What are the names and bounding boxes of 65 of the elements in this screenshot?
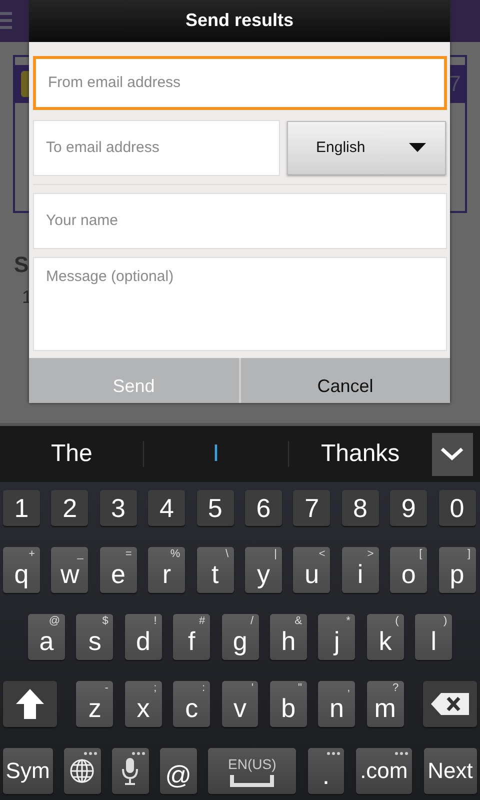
keyboard-key[interactable]: \ t <box>196 547 234 593</box>
keyboard-key[interactable]: 0 <box>438 490 476 526</box>
keyboard-key[interactable]: 4 <box>148 490 186 526</box>
voice-input-key[interactable] <box>112 748 149 794</box>
keyboard-key[interactable]: & h <box>270 614 307 660</box>
space-bar-icon <box>230 774 274 786</box>
keyboard-key[interactable]: : c <box>173 681 210 727</box>
backspace-icon <box>430 693 469 715</box>
keyboard-key[interactable]: 3 <box>100 490 137 526</box>
keyboard-key[interactable]: # f <box>173 614 210 660</box>
keyboard-key[interactable]: / g <box>222 614 259 660</box>
keyboard-key[interactable]: > i <box>342 547 379 593</box>
keyboard-key[interactable]: , n <box>318 681 356 727</box>
keyboard-key[interactable]: [ o <box>390 547 428 593</box>
keyboard-key[interactable]: ] p <box>438 547 476 593</box>
globe-icon <box>69 758 96 784</box>
dialog-button[interactable]: Cancel <box>240 358 450 403</box>
shift-arrow-icon <box>14 688 45 720</box>
keyboard-key[interactable]: @ a <box>28 614 65 660</box>
space-key[interactable]: EN(US) <box>208 748 296 794</box>
keyboard-key[interactable]: = e <box>100 547 137 593</box>
chevron-down-icon <box>440 447 464 461</box>
keyboard-key[interactable]: 5 <box>196 490 234 526</box>
keyboard-key[interactable]: ; x <box>124 681 162 727</box>
keyboard-key[interactable]: % r <box>148 547 186 593</box>
suggestion[interactable]: Thanks <box>320 440 400 468</box>
to-email-field[interactable]: To email address <box>33 120 280 176</box>
keyboard-key[interactable]: + q <box>3 547 40 593</box>
keyboard-key[interactable]: Next <box>424 748 478 794</box>
keyboard-key[interactable]: ) l <box>415 614 452 660</box>
keyboard-key[interactable]: ( k <box>366 614 404 660</box>
keyboard-key[interactable]: ? m <box>366 681 404 727</box>
language-key[interactable] <box>64 748 101 794</box>
keyboard-key[interactable]: ' v <box>222 681 258 727</box>
keyboard-key[interactable]: $ s <box>76 614 114 660</box>
from-email-field[interactable]: From email address <box>33 56 447 110</box>
suggestion[interactable]: The <box>50 440 92 468</box>
keyboard-key[interactable]: " b <box>270 681 307 727</box>
keyboard-key[interactable]: .com <box>356 748 412 794</box>
name-field[interactable]: Your name <box>33 192 447 249</box>
keyboard-key[interactable]: * j <box>318 614 356 660</box>
collapse-button[interactable] <box>432 432 473 476</box>
keyboard-key[interactable]: | y <box>244 547 282 593</box>
keyboard-key[interactable]: @ <box>160 748 197 794</box>
backspace-key[interactable] <box>423 681 477 727</box>
language-dropdown[interactable]: English <box>287 120 446 175</box>
keyboard-key[interactable]: 1 <box>3 490 40 526</box>
keyboard-key[interactable]: ! d <box>124 614 162 660</box>
microphone-icon <box>122 757 138 785</box>
shift-key[interactable] <box>3 681 57 727</box>
dialog-title: Send results <box>29 0 450 42</box>
keyboard-key[interactable]: . <box>308 748 344 794</box>
keyboard-key[interactable]: - z <box>76 681 114 727</box>
keyboard-key[interactable]: 7 <box>293 490 330 526</box>
message-field[interactable]: Message (optional) <box>33 256 447 351</box>
keyboard-key[interactable]: 6 <box>244 490 282 526</box>
dropdown-arrow-icon <box>409 143 426 152</box>
keyboard-key[interactable]: < u <box>293 547 330 593</box>
suggestion[interactable]: I <box>212 440 220 468</box>
section-heading: S <box>14 252 29 278</box>
keyboard-key[interactable]: 2 <box>51 490 88 526</box>
keyboard-key[interactable]: 8 <box>342 490 379 526</box>
keyboard-key[interactable]: 9 <box>390 490 428 526</box>
keyboard-key[interactable]: Sym <box>3 748 53 794</box>
keyboard-key[interactable]: _ w <box>51 547 88 593</box>
